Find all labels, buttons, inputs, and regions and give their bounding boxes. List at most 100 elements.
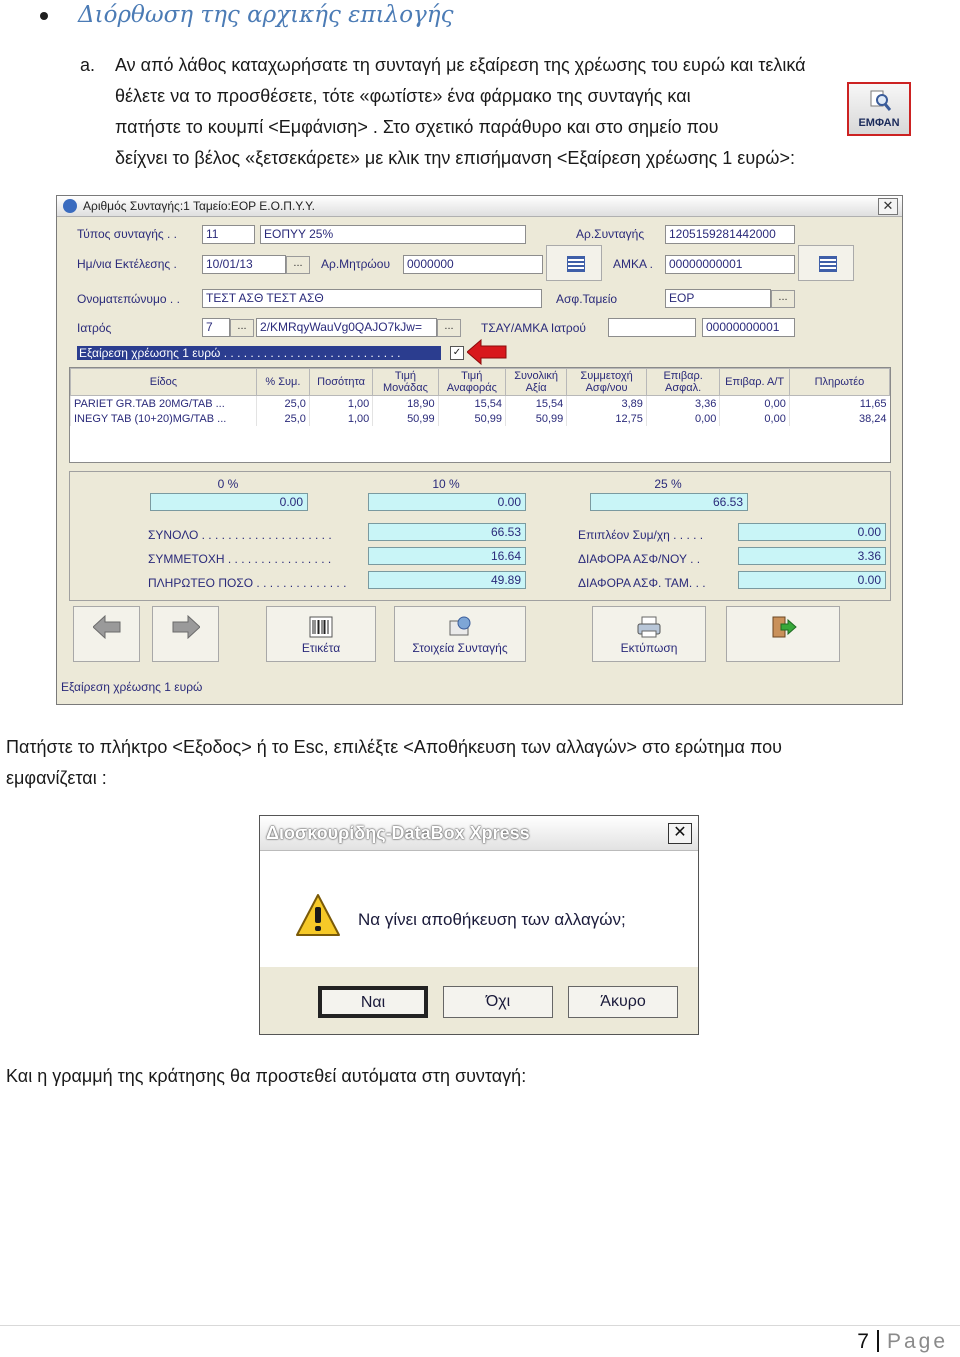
page-number: 7 xyxy=(857,1330,869,1353)
column-header[interactable]: Επιβαρ. Α/Τ xyxy=(719,368,790,396)
paragraph-line: πατήστε το κουμπί <Εμφάνιση> . Στο σχετι… xyxy=(115,117,719,137)
column-header[interactable]: Είδος xyxy=(70,368,257,396)
rx-number-label: Αρ.Συνταγής xyxy=(576,227,645,241)
tsay-field[interactable] xyxy=(608,318,696,337)
rx-type-name-field[interactable]: ΕΟΠΥΥ 25% xyxy=(260,225,526,244)
amka-list-button[interactable] xyxy=(798,245,854,281)
paragraph-line: Αν από λάθος καταχωρήσατε τη συνταγή με … xyxy=(115,55,806,75)
column-header[interactable]: Ποσότητα xyxy=(308,368,374,396)
label-button[interactable]: Ετικέτα xyxy=(266,606,376,662)
fund-picker-button[interactable]: ... xyxy=(771,290,795,308)
dialog-titlebar: Διοσκουρίδης-DataBox Xpress ✕ xyxy=(260,816,698,851)
close-icon[interactable]: ✕ xyxy=(668,823,692,844)
column-header[interactable]: Τιμή Μονάδας xyxy=(372,368,439,396)
paragraph-line: εμφανίζεται : xyxy=(6,768,107,788)
details-button-text: Στοιχεία Συνταγής xyxy=(412,641,508,655)
close-icon[interactable]: ✕ xyxy=(878,198,898,215)
amka-field[interactable]: 00000000001 xyxy=(665,255,795,274)
table-cell: 1,00 xyxy=(308,411,373,426)
dialog-title: Διοσκουρίδης-DataBox Xpress xyxy=(266,823,530,843)
table-cell: INEGY TAB (10+20)MG/TAB ... xyxy=(70,411,257,426)
insured-diff-field: 3.36 xyxy=(738,547,886,565)
tsay-label: ΤΣΑΥ/ΑΜΚΑ Ιατρού xyxy=(481,321,586,335)
arrow-left-icon xyxy=(92,615,120,639)
dialog-message: Να γίνει αποθήκευση των αλλαγών; xyxy=(358,910,626,929)
column-header[interactable]: Επιβαρ. Ασφαλ. xyxy=(645,368,721,396)
participation-field: 16.64 xyxy=(368,547,526,565)
barcode-icon xyxy=(309,616,333,638)
heading-bullet xyxy=(40,12,48,20)
column-header[interactable]: Τιμή Αναφοράς xyxy=(437,368,506,396)
fund-diff-field: 0.00 xyxy=(738,571,886,589)
doctor-code-field[interactable]: 7 xyxy=(202,318,230,337)
doctor-picker-button[interactable]: ... xyxy=(230,319,254,337)
paragraph-line: θέλετε να το προσθέσετε, τότε «φωτίστε» … xyxy=(115,86,691,106)
name-label: Ονοματεπώνυμο . . xyxy=(77,292,180,306)
column-header[interactable]: Συμμετοχή Ασφ/νου xyxy=(566,368,647,396)
table-cell: 1,00 xyxy=(308,395,373,411)
show-button-label: ΕΜΦΑΝ xyxy=(858,117,900,129)
next-button[interactable] xyxy=(152,606,219,662)
doctor-hash-field[interactable]: 2/KMRqyWauVg0QAJO7kJw= xyxy=(256,318,437,337)
print-button[interactable]: Εκτύπωση xyxy=(592,606,706,662)
table-cell: 0,00 xyxy=(719,411,790,426)
tsay-amka-field[interactable]: 00000000001 xyxy=(702,318,795,337)
window-title: Αριθμός Συνταγής:1 Ταμείο:ΕΟΡ Ε.Ο.Π.Υ.Υ. xyxy=(83,199,315,213)
list-icon xyxy=(819,256,837,272)
rx-type-code-field[interactable]: 11 xyxy=(202,225,255,244)
prescription-details-button[interactable]: Στοιχεία Συνταγής xyxy=(394,606,526,662)
yes-button[interactable]: Ναι xyxy=(318,986,428,1018)
extra-participation-field: 0.00 xyxy=(738,523,886,541)
date-picker-button[interactable]: ... xyxy=(286,256,310,274)
exit-button[interactable] xyxy=(726,606,840,662)
table-cell: 0,00 xyxy=(645,411,720,426)
section-heading: Διόρθωση της αρχικής επιλογής xyxy=(78,2,454,28)
footer-separator xyxy=(876,1330,879,1352)
page-footer: 7 Page xyxy=(857,1330,948,1354)
exemption-label[interactable]: Εξαίρεση χρέωσης 1 ευρώ . . . . . . . . … xyxy=(77,346,441,360)
pct-label: 25 % xyxy=(654,477,682,491)
printer-icon xyxy=(637,616,661,638)
column-header[interactable]: % Συμ. xyxy=(255,368,310,396)
column-header[interactable]: Πληρωτέο xyxy=(788,368,891,396)
list-marker: a. xyxy=(80,55,96,75)
no-button[interactable]: Όχι xyxy=(443,986,553,1018)
column-header[interactable]: Συνολική Αξία xyxy=(504,368,568,396)
pct-label: 10 % xyxy=(432,477,460,491)
paragraph-line: Και η γραμμή της κράτησης θα προστεθεί α… xyxy=(6,1066,527,1086)
totals-panel: 0 % 0.00 10 % 0.00 25 % 66.53 ΣΥΝΟΛΟ . .… xyxy=(69,471,891,601)
window-titlebar: Αριθμός Συνταγής:1 Ταμείο:ΕΟΡ Ε.Ο.Π.Υ.Υ.… xyxy=(57,196,902,217)
table-cell: 11,65 xyxy=(788,395,890,411)
insured-diff-label: ΔΙΑΦΟΡΑ ΑΣΦ/ΝΟΥ . . xyxy=(578,552,701,566)
table-cell: 3,36 xyxy=(645,395,720,411)
list-icon xyxy=(567,256,585,272)
table-cell: 12,75 xyxy=(566,411,647,426)
exemption-checkbox[interactable]: ✓ xyxy=(450,346,464,360)
table-cell: 25,0 xyxy=(255,395,310,411)
table-row[interactable]: PARIET GR.TAB 20MG/TAB ... 25,0 1,00 18,… xyxy=(70,395,890,411)
registry-field[interactable]: 0000000 xyxy=(403,255,543,274)
rx-number-field[interactable]: 1205159281442000 xyxy=(665,225,795,244)
pct-label: 0 % xyxy=(217,477,239,491)
app-icon xyxy=(63,199,77,213)
table-row[interactable]: INEGY TAB (10+20)MG/TAB ... 25,0 1,00 50… xyxy=(70,411,890,426)
total-field: 66.53 xyxy=(368,523,526,541)
table-cell: 15,54 xyxy=(504,395,567,411)
previous-button[interactable] xyxy=(73,606,140,662)
table-cell: 3,89 xyxy=(566,395,647,411)
name-field[interactable]: ΤΕΣΤ ΑΣΘ ΤΕΣΤ ΑΣΘ xyxy=(202,289,542,308)
table-cell: 18,90 xyxy=(372,395,439,411)
total-label: ΣΥΝΟΛΟ . . . . . . . . . . . . . . . . .… xyxy=(148,528,332,542)
doctor-hash-picker-button[interactable]: ... xyxy=(437,319,461,337)
magnifier-icon xyxy=(870,90,891,111)
footer-divider xyxy=(0,1325,960,1326)
payable-field: 49.89 xyxy=(368,571,526,589)
date-field[interactable]: 10/01/13 xyxy=(202,255,286,274)
registry-list-button[interactable] xyxy=(546,245,602,281)
drugs-table: Είδος % Συμ. Ποσότητα Τιμή Μονάδας Τιμή … xyxy=(69,367,891,463)
cancel-button[interactable]: Άκυρο xyxy=(568,986,678,1018)
prescription-window: Αριθμός Συνταγής:1 Ταμείο:ΕΟΡ Ε.Ο.Π.Υ.Υ.… xyxy=(56,195,903,705)
fund-field[interactable]: ΕΟΡ xyxy=(665,289,771,308)
pct-0-field: 0.00 xyxy=(150,493,308,511)
participation-label: ΣΥΜΜΕΤΟΧΗ . . . . . . . . . . . . . . . … xyxy=(148,552,332,566)
